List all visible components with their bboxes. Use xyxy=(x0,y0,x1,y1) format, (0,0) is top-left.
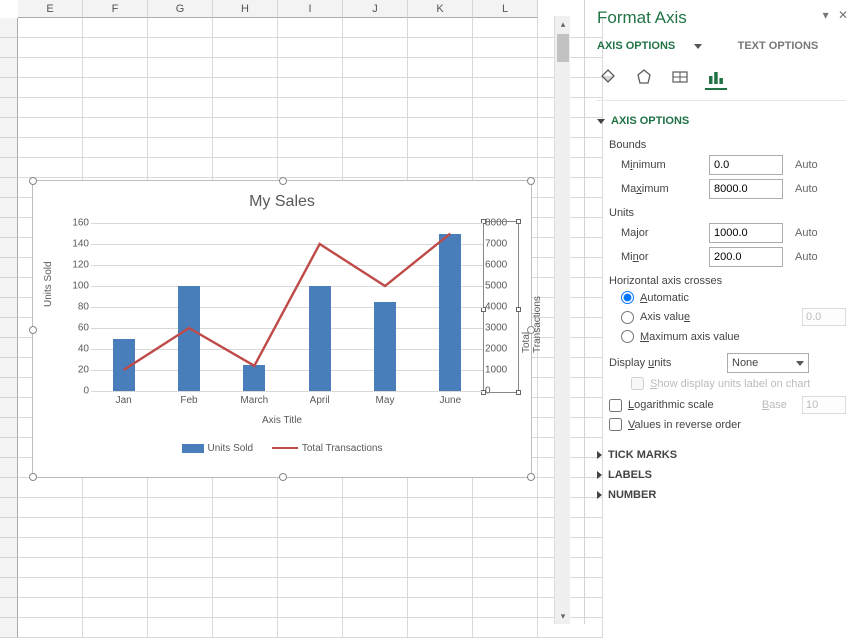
scroll-thumb[interactable] xyxy=(557,34,569,62)
resize-handle[interactable] xyxy=(527,177,535,185)
axis-options-icon[interactable] xyxy=(705,68,727,90)
plot-area[interactable] xyxy=(91,223,483,391)
resize-handle[interactable] xyxy=(29,473,37,481)
column-header[interactable]: H xyxy=(213,0,278,18)
panel-tabs: AXIS OPTIONS TEXT OPTIONS xyxy=(597,38,846,52)
tab-text-options[interactable]: TEXT OPTIONS xyxy=(738,40,819,52)
column-headers: EFGHIJKL xyxy=(18,0,538,18)
hcross-max-radio[interactable] xyxy=(621,330,634,343)
scroll-up-arrow[interactable]: ▴ xyxy=(555,16,571,32)
section-number[interactable]: NUMBER xyxy=(597,485,846,505)
hcross-label: Horizontal axis crosses xyxy=(609,275,846,287)
major-label: Major xyxy=(621,227,701,239)
minor-input[interactable] xyxy=(709,247,783,267)
hcross-value-input xyxy=(802,308,846,326)
tab-axis-options[interactable]: AXIS OPTIONS xyxy=(597,40,718,52)
maximum-auto[interactable]: Auto xyxy=(795,183,818,195)
spreadsheet-grid[interactable]: EFGHIJKL ▴ ▾ My Sales Units Sold Total T… xyxy=(0,0,570,624)
minor-auto[interactable]: Auto xyxy=(795,251,818,263)
hcross-automatic-radio[interactable] xyxy=(621,291,634,304)
column-header[interactable]: L xyxy=(473,0,538,18)
primary-axis-ticks[interactable]: 020406080100120140160 xyxy=(63,223,89,391)
option-icons xyxy=(597,62,846,101)
task-pane-options-icon[interactable]: ▾ xyxy=(823,8,829,22)
legend-entry[interactable]: Units Sold xyxy=(208,443,254,454)
column-header[interactable]: F xyxy=(83,0,148,18)
units-label: Units xyxy=(609,207,846,219)
maximum-label: Maximum xyxy=(621,183,701,195)
chart-legend[interactable]: Units Sold Total Transactions xyxy=(33,443,531,454)
resize-handle[interactable] xyxy=(29,177,37,185)
minimum-label: Minimum xyxy=(621,159,701,171)
legend-swatch-line xyxy=(272,447,298,449)
x-axis-title[interactable]: Axis Title xyxy=(33,415,531,426)
resize-handle[interactable] xyxy=(279,177,287,185)
fill-line-icon[interactable] xyxy=(597,66,619,88)
maximum-input[interactable] xyxy=(709,179,783,199)
secondary-axis-selection[interactable] xyxy=(483,221,519,393)
log-scale-checkbox[interactable] xyxy=(609,399,622,412)
scroll-down-arrow[interactable]: ▾ xyxy=(555,608,571,624)
reverse-order-checkbox[interactable] xyxy=(609,418,622,431)
category-axis-ticks[interactable]: JanFebMarchAprilMayJune xyxy=(91,395,483,411)
major-auto[interactable]: Auto xyxy=(795,227,818,239)
hcross-value-radio[interactable] xyxy=(621,311,634,324)
chart-title[interactable]: My Sales xyxy=(33,181,531,211)
panel-controls: ▾ ✕ xyxy=(817,8,848,22)
panel-title: Format Axis xyxy=(597,8,846,28)
format-axis-panel: ▾ ✕ Format Axis AXIS OPTIONS TEXT OPTION… xyxy=(584,0,858,624)
vertical-scrollbar[interactable]: ▴ ▾ xyxy=(554,16,570,624)
close-icon[interactable]: ✕ xyxy=(838,8,848,22)
line-series[interactable] xyxy=(91,223,483,391)
legend-swatch-bar xyxy=(182,444,204,453)
secondary-axis-title[interactable]: Total Transactions xyxy=(521,296,543,353)
column-header[interactable]: G xyxy=(148,0,213,18)
section-labels[interactable]: LABELS xyxy=(597,465,846,485)
display-units-select[interactable]: None xyxy=(727,353,809,373)
column-header[interactable]: I xyxy=(278,0,343,18)
resize-handle[interactable] xyxy=(29,326,37,334)
minor-label: Minor xyxy=(621,251,701,263)
minimum-auto[interactable]: Auto xyxy=(795,159,818,171)
resize-handle[interactable] xyxy=(527,473,535,481)
row-headers xyxy=(0,18,18,638)
show-display-units-checkbox xyxy=(631,377,644,390)
section-tick-marks[interactable]: TICK MARKS xyxy=(597,445,846,465)
size-properties-icon[interactable] xyxy=(669,66,691,88)
primary-axis-title[interactable]: Units Sold xyxy=(43,261,54,307)
base-input xyxy=(802,396,846,414)
column-header[interactable]: J xyxy=(343,0,408,18)
legend-entry[interactable]: Total Transactions xyxy=(302,443,383,454)
section-axis-options[interactable]: AXIS OPTIONS xyxy=(597,111,846,131)
bounds-label: Bounds xyxy=(609,139,846,151)
minimum-input[interactable] xyxy=(709,155,783,175)
effects-icon[interactable] xyxy=(633,66,655,88)
major-input[interactable] xyxy=(709,223,783,243)
column-header[interactable]: E xyxy=(18,0,83,18)
resize-handle[interactable] xyxy=(279,473,287,481)
embedded-chart[interactable]: My Sales Units Sold Total Transactions 0… xyxy=(32,180,532,478)
base-label: Base xyxy=(762,399,787,411)
display-units-label: Display units xyxy=(609,357,719,369)
column-header[interactable]: K xyxy=(408,0,473,18)
